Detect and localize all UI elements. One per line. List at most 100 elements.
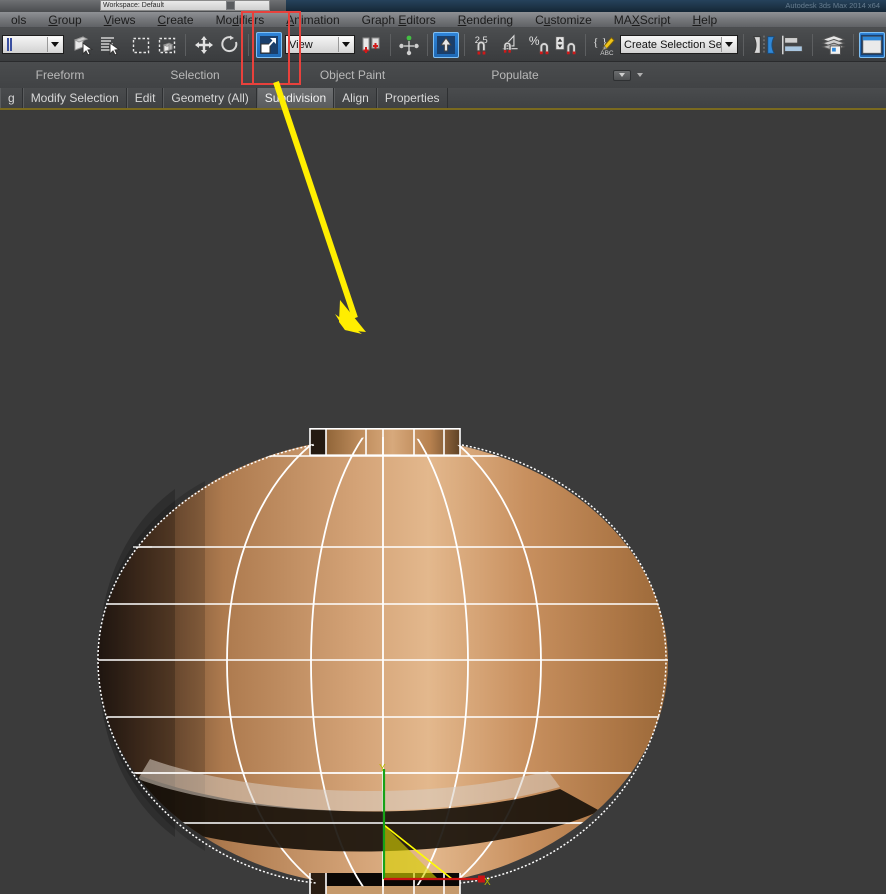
chevron-down-icon: [619, 73, 625, 77]
ribbon-flyout-button[interactable]: [613, 69, 631, 81]
ribbon-tab-geometry-all[interactable]: Geometry (All): [163, 88, 257, 108]
selection-set-combo[interactable]: Create Selection Set: [620, 35, 738, 54]
menu-item-animation[interactable]: Animation: [275, 12, 350, 28]
coord-system-combo[interactable]: View: [285, 35, 355, 54]
menu-label-group: roup: [57, 12, 82, 27]
ribbon-tab-properties[interactable]: Properties: [376, 88, 448, 108]
menu-label-modifiers: ifiers: [238, 12, 265, 27]
rectangular-selection-region-icon: [132, 37, 150, 53]
menu-item-tools[interactable]: ols: [0, 12, 37, 28]
menu-label-rendering: endering: [466, 12, 514, 27]
toolbar-separator: [427, 33, 428, 56]
reference-coordinate-system-icon: [260, 35, 278, 54]
select-object-icon: [73, 35, 94, 56]
curve-editor-button[interactable]: [859, 31, 885, 58]
ribbon-panel-selection[interactable]: Selection: [120, 62, 270, 88]
percent-snap-toggle-button[interactable]: %: [526, 32, 552, 58]
select-and-move-button[interactable]: [191, 32, 217, 58]
main-toolbar: View 2.5 % {} ABC Create Selection Set: [0, 28, 886, 62]
snaps-toggle-button[interactable]: [433, 31, 459, 58]
ribbon-tab-modify-selection[interactable]: Modify Selection: [22, 88, 127, 108]
viewport-perspective[interactable]: Y X: [0, 111, 886, 894]
angle-snap-icon: [502, 33, 518, 53]
window-controls[interactable]: [226, 0, 248, 11]
toolbar-separator: [812, 33, 813, 56]
menu-label-graph-editors: ditors: [406, 12, 436, 27]
percent-snap-icon: %: [529, 34, 549, 54]
chevron-down-icon[interactable]: [338, 37, 353, 52]
ribbon-tab-edit[interactable]: Edit: [126, 88, 164, 108]
menu-item-customize[interactable]: Customize: [524, 12, 603, 28]
abc-label: ABC: [600, 50, 614, 57]
menu-item-rendering[interactable]: Rendering: [447, 12, 524, 28]
chevron-down-icon[interactable]: [47, 37, 62, 52]
menu-item-help[interactable]: Help: [681, 12, 728, 28]
select-object-button[interactable]: [70, 32, 96, 58]
menu-item-group[interactable]: Group: [37, 12, 92, 28]
select-and-rotate-button[interactable]: [217, 32, 243, 58]
minimize-icon[interactable]: [226, 1, 235, 10]
angle-snap-toggle-button[interactable]: [500, 32, 526, 58]
curve-editor-icon: [860, 34, 884, 55]
workspace-combo[interactable]: [2, 35, 64, 54]
select-and-manipulate-button[interactable]: [396, 32, 422, 58]
align-button[interactable]: [779, 32, 807, 58]
window-crossing-icon: [158, 37, 176, 53]
percent-label: %: [529, 34, 540, 48]
toolbar-separator: [464, 33, 465, 56]
rotate-icon: [221, 35, 238, 52]
menu-label-maxscript: Script: [639, 12, 671, 27]
ribbon-tab-subdivision[interactable]: Subdivision: [256, 88, 335, 108]
window-crossing-button[interactable]: [154, 32, 180, 58]
layer-explorer-button[interactable]: [818, 32, 848, 58]
toolbar-separator: [248, 33, 249, 56]
app-title: Autodesk 3ds Max 2014 x64: [785, 1, 880, 10]
gizmo-x-label: X: [484, 877, 491, 888]
chevron-down-icon[interactable]: [721, 37, 736, 52]
spinner-snap-toggle-button[interactable]: [552, 32, 580, 58]
menu-label-customize: stomize: [550, 12, 592, 27]
align-icon: [782, 35, 803, 54]
toolbar-separator: [853, 33, 854, 56]
edit-named-selection-sets-button[interactable]: { } ABC: [591, 32, 617, 58]
menu-item-modifiers[interactable]: Modifiers: [205, 12, 276, 28]
spinner-snap-icon: [555, 35, 576, 54]
menu-label-animation: nimation: [294, 12, 340, 27]
coord-system-combo-value: View: [289, 38, 313, 51]
rectangular-selection-region-button[interactable]: [128, 32, 154, 58]
snaps-25-toggle-button[interactable]: 2.5: [470, 32, 500, 58]
ribbon-more-chevron-icon[interactable]: [637, 73, 643, 77]
select-by-name-button[interactable]: [96, 32, 122, 58]
snap-arrow-icon: [437, 35, 455, 54]
toolbar-separator: [390, 33, 391, 56]
workspace-combo-marker: [7, 38, 12, 51]
pivot-point-icon: [362, 37, 380, 53]
menu-item-views[interactable]: Views: [93, 12, 147, 28]
select-by-name-icon: [101, 36, 120, 56]
ribbon-tab-g[interactable]: g: [0, 88, 23, 108]
ribbon-panel-freeform[interactable]: Freeform: [0, 62, 120, 88]
toolbar-separator: [585, 33, 586, 56]
ribbon-tab-align[interactable]: Align: [334, 88, 377, 108]
object-top-cap: [309, 427, 461, 457]
menu-bar: ols Group Views Create Modifiers Animati…: [0, 12, 886, 28]
toolbar-separator: [743, 33, 744, 56]
menu-label-help: elp: [701, 12, 718, 27]
ribbon-panel-object-paint[interactable]: Object Paint: [270, 62, 435, 88]
manipulate-icon: [399, 35, 419, 55]
snap-25-magnet-icon: 2.5: [475, 35, 488, 55]
use-pivot-point-center-button[interactable]: [359, 32, 385, 58]
ribbon-panel-populate[interactable]: Populate: [435, 62, 595, 88]
menu-item-maxscript[interactable]: MAXScript: [603, 12, 682, 28]
menu-item-graph-editors[interactable]: Graph Editors: [351, 12, 447, 28]
move-cross-icon: [195, 35, 213, 54]
menu-item-create[interactable]: Create: [147, 12, 205, 28]
named-selection-sets-icon: { } ABC: [593, 34, 615, 57]
layers-icon: [821, 34, 846, 55]
toolbar-separator: [185, 33, 186, 56]
ribbon-tab-row: g Modify Selection Edit Geometry (All) S…: [0, 88, 886, 110]
reference-coordinate-system-button[interactable]: [256, 31, 282, 58]
menu-label-views: iews: [111, 12, 136, 27]
viewport-scene: Y X: [0, 111, 886, 894]
mirror-button[interactable]: [749, 32, 779, 58]
